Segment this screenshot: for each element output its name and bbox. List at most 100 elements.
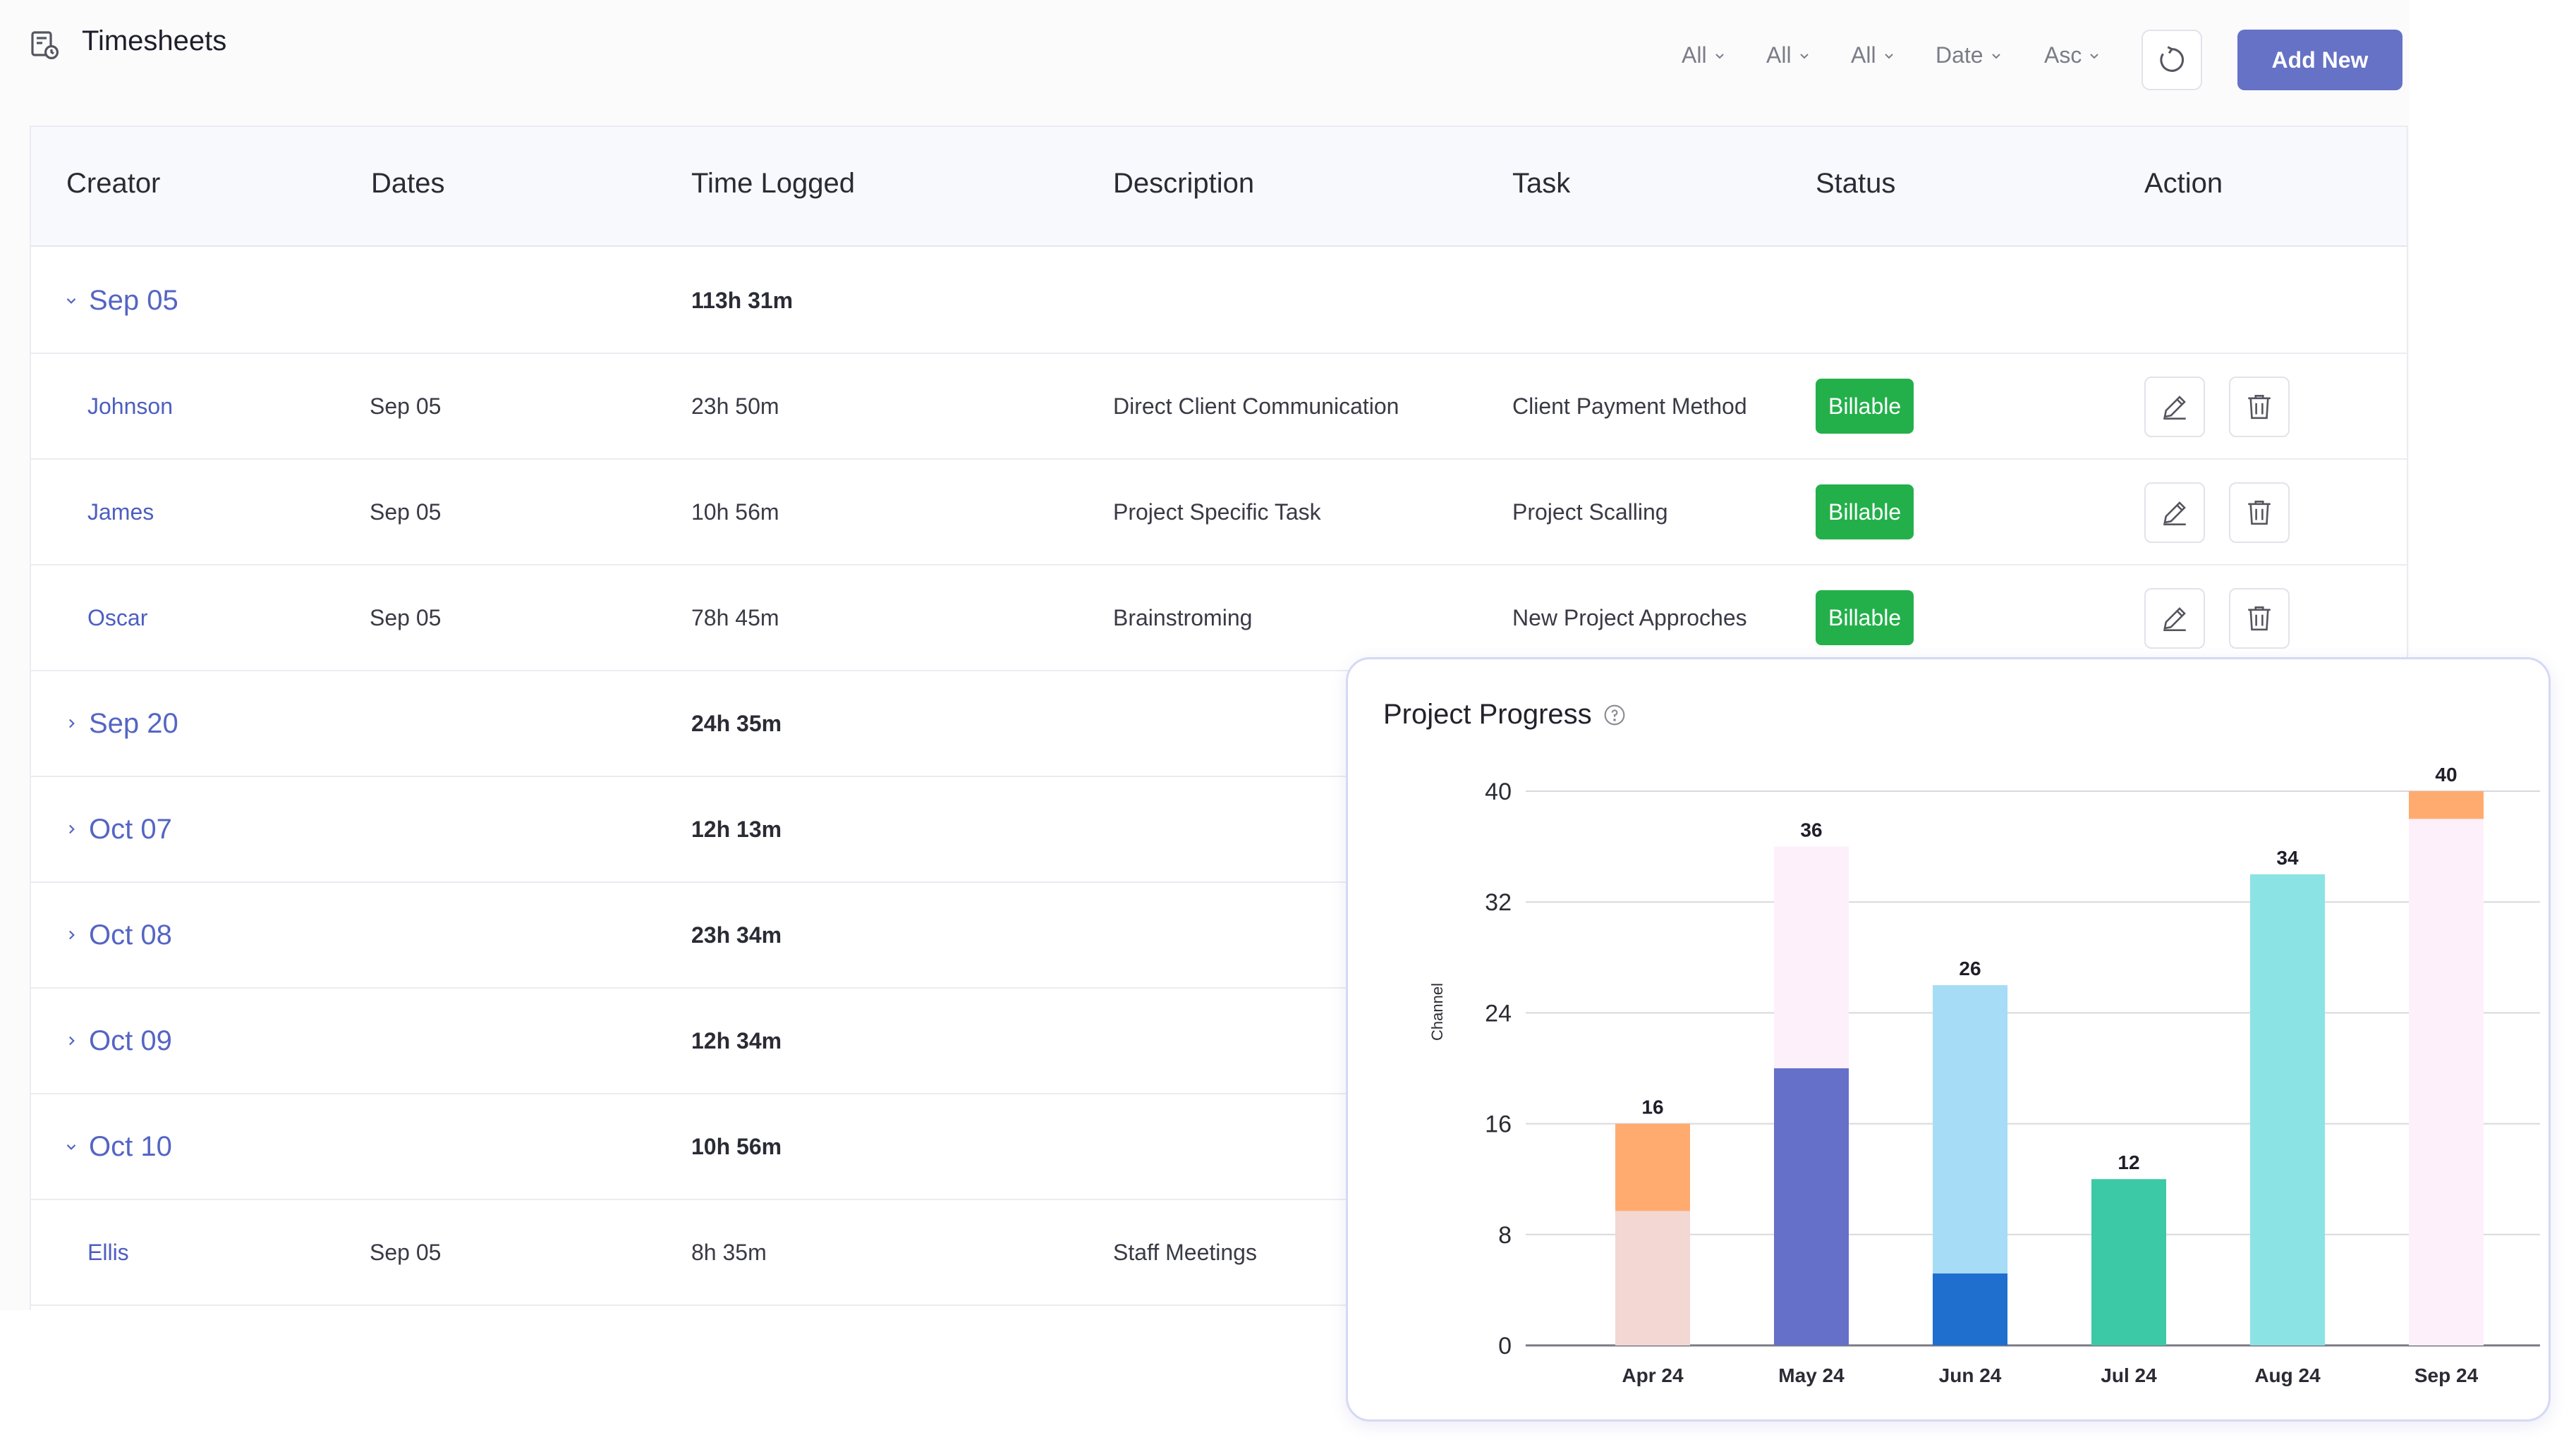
group-total-time: 12h 34m	[691, 1027, 782, 1053]
y-tick-label: 0	[1498, 1333, 1512, 1360]
bar-segment	[2250, 874, 2325, 1345]
group-date: Oct 10	[89, 1130, 172, 1162]
bar-value-label: 40	[2435, 764, 2457, 786]
bar-segment	[1933, 1273, 2007, 1345]
bar-value-label: 34	[2276, 847, 2299, 869]
group-total-time: 12h 13m	[691, 816, 782, 842]
column-header-creator[interactable]: Creator	[66, 168, 160, 200]
group-date: Oct 07	[89, 813, 172, 845]
sort-field-dropdown[interactable]: Date	[1936, 42, 2003, 68]
filter-label: All	[1766, 42, 1792, 68]
group-total-time: 10h 56m	[691, 1133, 782, 1159]
y-axis-label: Channel	[1428, 983, 1446, 1041]
trash-icon	[2248, 606, 2271, 631]
group-toggle[interactable]: Oct 07	[63, 777, 172, 881]
chevron-right-icon	[69, 719, 75, 728]
chevron-down-icon	[66, 298, 76, 304]
edit-button[interactable]	[2144, 482, 2205, 543]
group-toggle[interactable]: Oct 10	[63, 1094, 172, 1199]
y-tick-label: 8	[1498, 1222, 1512, 1249]
filter-dropdown-2[interactable]: All	[1766, 42, 1811, 68]
filter-dropdown-1[interactable]: All	[1682, 42, 1727, 68]
group-date: Oct 08	[89, 919, 172, 951]
refresh-icon	[2160, 46, 2185, 72]
column-header-dates[interactable]: Dates	[371, 168, 445, 200]
timesheet-icon	[31, 31, 59, 59]
entry-description: Brainstroming	[1113, 604, 1253, 630]
entry-time: 10h 56m	[691, 499, 779, 525]
status-badge: Billable	[1816, 484, 1914, 539]
creator-name[interactable]: Ellis	[87, 1200, 129, 1305]
table-header: Creator Dates Time Logged Description Ta…	[31, 127, 2407, 247]
entry-date: Sep 05	[370, 499, 442, 525]
bar-segment	[1615, 1123, 1690, 1211]
entry-time: 8h 35m	[691, 1239, 767, 1265]
filter-label: Date	[1936, 42, 1983, 68]
filter-label: All	[1682, 42, 1707, 68]
chevron-down-icon	[1715, 53, 1724, 59]
y-tick-label: 16	[1485, 1111, 1512, 1138]
y-tick-label: 32	[1485, 889, 1512, 916]
entry-task: New Project Approches	[1512, 604, 1747, 630]
entry-time: 23h 50m	[691, 393, 779, 419]
column-header-task[interactable]: Task	[1512, 168, 1570, 200]
entry-description: Project Specific Task	[1113, 499, 1321, 525]
bar-segment	[2409, 791, 2484, 819]
chevron-down-icon	[1991, 53, 2000, 59]
group-toggle[interactable]: Oct 08	[63, 883, 172, 987]
edit-button[interactable]	[2144, 377, 2205, 437]
chevron-down-icon	[1884, 53, 1893, 59]
filter-label: All	[1851, 42, 1876, 68]
delete-button[interactable]	[2229, 377, 2290, 437]
bar-segment	[1933, 985, 2007, 1273]
entry-date: Sep 05	[370, 1239, 442, 1265]
x-tick-label: Aug 24	[2254, 1364, 2321, 1386]
creator-name[interactable]: Oscar	[87, 566, 147, 670]
bar-segment	[2091, 1179, 2166, 1345]
pencil-icon	[2163, 501, 2186, 525]
table-row: Oscar Sep 05 78h 45m Brainstroming New P…	[31, 566, 2407, 671]
column-header-description[interactable]: Description	[1113, 168, 1254, 200]
trash-icon	[2248, 500, 2271, 525]
status-badge: Billable	[1816, 590, 1914, 645]
delete-button[interactable]	[2229, 482, 2290, 543]
stacked-bar-chart: 0 8 16 24 32 40 Channel 16 Apr 24 36 May 24 26 Jun 2…	[1428, 764, 2540, 1386]
creator-name[interactable]: Johnson	[87, 354, 173, 458]
bar-segment	[1774, 846, 1849, 1068]
group-date: Sep 05	[89, 284, 178, 316]
edit-button[interactable]	[2144, 588, 2205, 649]
sort-order-dropdown[interactable]: Asc	[2044, 42, 2101, 68]
bar-value-label: 36	[1800, 819, 1822, 841]
column-header-action: Action	[2144, 168, 2223, 199]
filter-dropdown-3[interactable]: All	[1851, 42, 1896, 68]
bar-value-label: 16	[1641, 1096, 1663, 1118]
trash-icon	[2248, 394, 2271, 420]
chevron-right-icon	[69, 824, 75, 834]
chevron-down-icon	[66, 1144, 76, 1150]
x-tick-label: Jun 24	[1939, 1364, 2002, 1386]
pencil-icon	[2163, 607, 2186, 631]
creator-name[interactable]: James	[87, 460, 154, 564]
status-badge: Billable	[1816, 379, 1914, 434]
project-progress-card: Project Progress 0 8 16 24 32 40 Channel 16 Apr …	[1346, 657, 2551, 1422]
bar-segment	[1774, 1068, 1849, 1345]
group-toggle[interactable]: Sep 05	[63, 248, 178, 353]
group-toggle[interactable]: Oct 09	[63, 989, 172, 1093]
group-total-time: 23h 34m	[691, 922, 782, 948]
group-row[interactable]: Sep 05 113h 31m	[31, 248, 2407, 354]
group-date: Sep 20	[89, 707, 178, 739]
entry-date: Sep 05	[370, 604, 442, 630]
x-tick-label: Apr 24	[1622, 1364, 1684, 1386]
add-new-button[interactable]: Add New	[2237, 30, 2402, 90]
column-header-time-logged[interactable]: Time Logged	[691, 168, 855, 200]
filter-label: Asc	[2044, 42, 2082, 68]
entry-task: Client Payment Method	[1512, 393, 1747, 419]
delete-button[interactable]	[2229, 588, 2290, 649]
column-header-status[interactable]: Status	[1816, 168, 1895, 200]
refresh-button[interactable]	[2141, 30, 2202, 90]
page-title: Timesheets	[82, 25, 227, 56]
group-date: Oct 09	[89, 1025, 172, 1056]
group-toggle[interactable]: Sep 20	[63, 671, 178, 776]
x-tick-label: Sep 24	[2414, 1364, 2479, 1386]
chevron-right-icon	[69, 930, 75, 940]
